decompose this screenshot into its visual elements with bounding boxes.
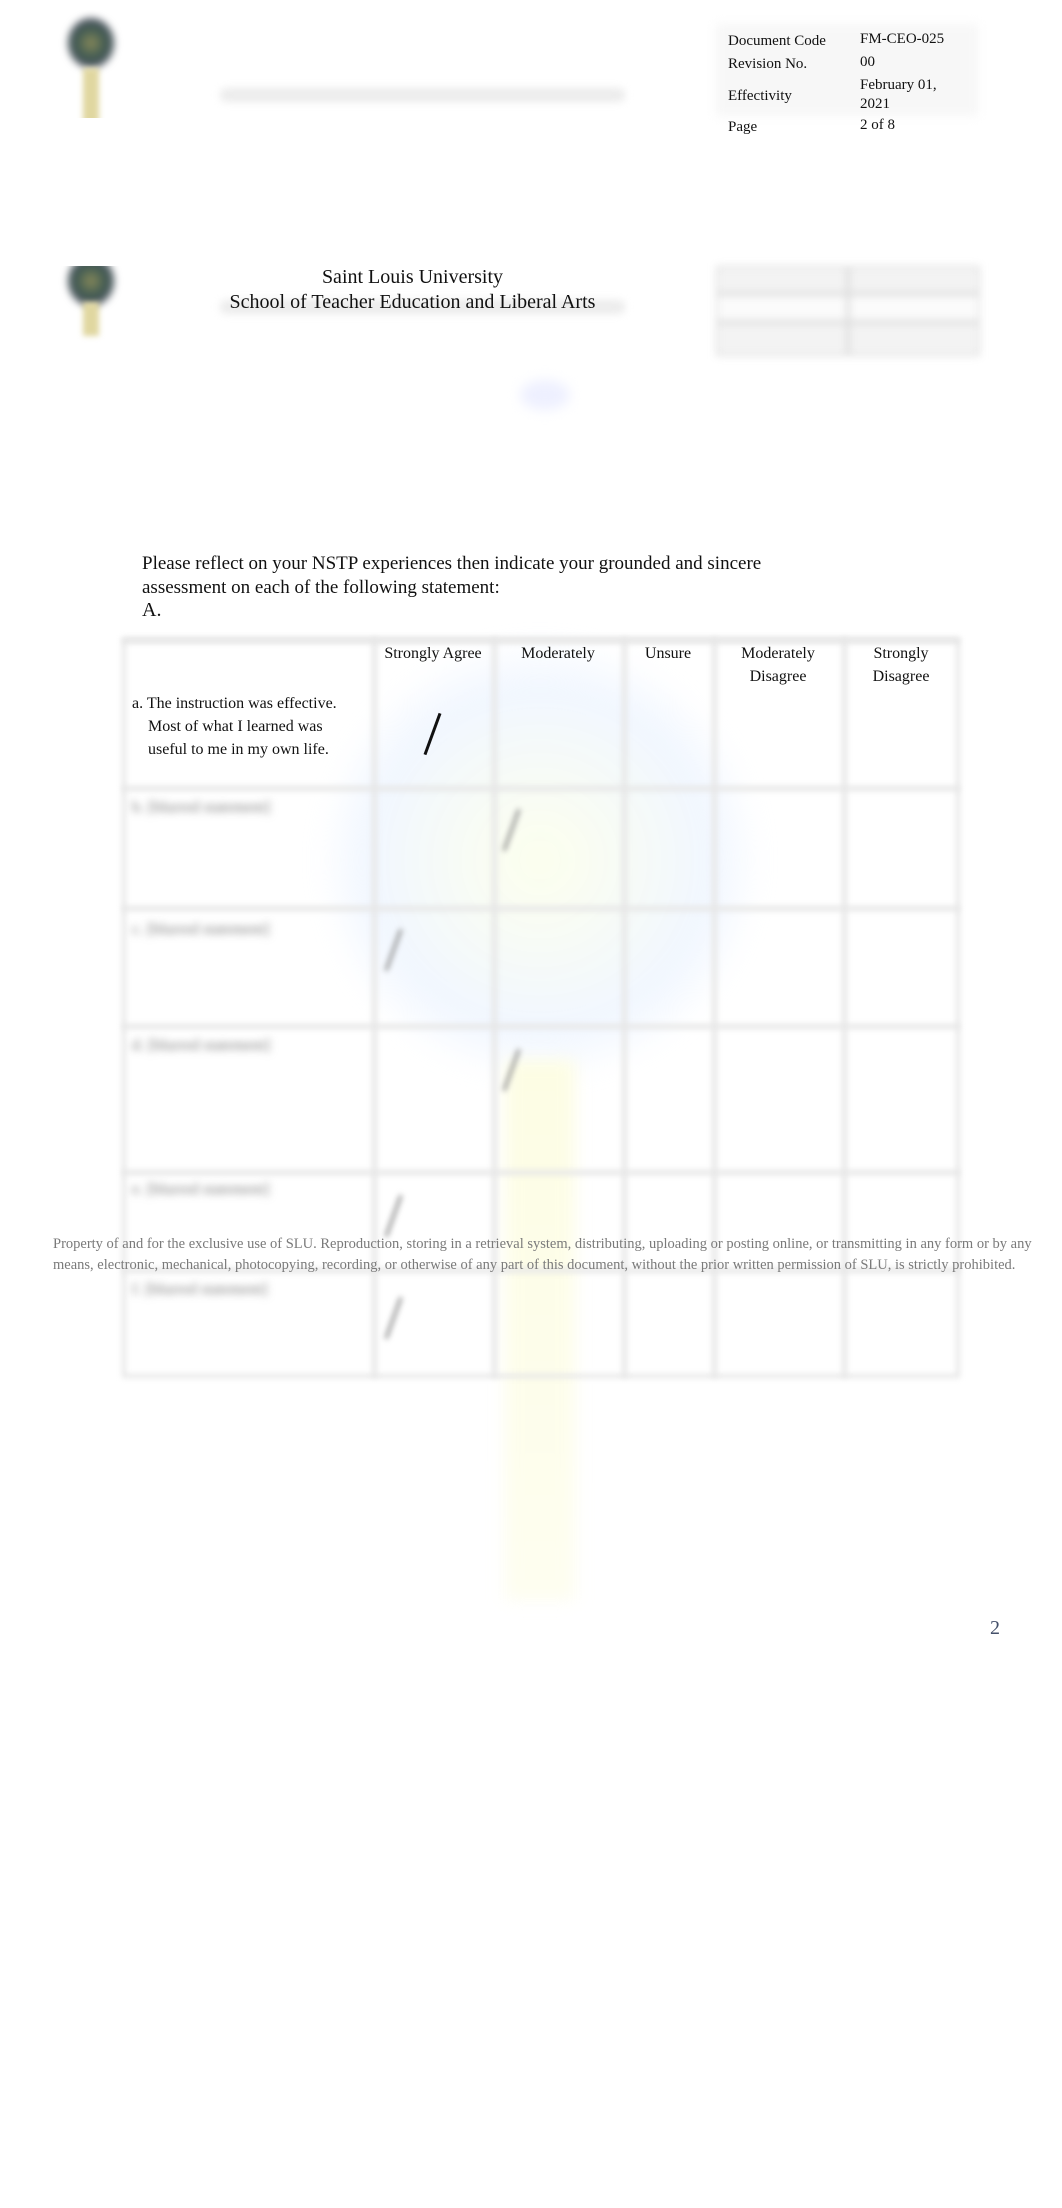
column-header-unsure: Unsure xyxy=(644,645,692,662)
slu-logo xyxy=(50,10,130,118)
instructions-line1: Please reflect on your NSTP experiences … xyxy=(142,553,762,574)
slu-logo-2 xyxy=(50,266,130,346)
column-header-moderately: Moderately xyxy=(521,645,595,662)
column-header-moderately-disagree: Moderately Disagree xyxy=(741,645,815,685)
page-label: Page xyxy=(728,119,758,135)
revision-label: Revision No. xyxy=(728,56,808,72)
copyright-line1: Property of and for the exclusive use of… xyxy=(53,1236,1032,1252)
blurred-title-bar xyxy=(220,88,625,102)
table-row-statement: d. [blurred statement] xyxy=(132,1037,271,1054)
copyright-line2: means, electronic, mechanical, photocopy… xyxy=(53,1257,1016,1273)
section-label: A. xyxy=(142,599,162,621)
school-name: School of Teacher Education and Liberal … xyxy=(229,291,596,313)
table-row-statement: a. The instruction was effective. Most o… xyxy=(132,695,337,758)
copyright-notice: Property of and for the exclusive use of… xyxy=(53,1234,1062,1276)
table-row-statement: b. [blurred statement] xyxy=(132,799,271,816)
effectivity-label: Effectivity xyxy=(728,88,792,104)
table-row-statement: e. [blurred statement] xyxy=(132,1181,270,1198)
revision-value: 00 xyxy=(860,54,875,70)
doc-info-table-blurred xyxy=(716,266,980,358)
table-row-statement: c. [blurred statement] xyxy=(132,921,270,938)
column-header-strongly-disagree: Strongly Disagree xyxy=(872,645,930,685)
doc-code-label: Document Code xyxy=(728,33,826,49)
university-name: Saint Louis University xyxy=(321,266,504,288)
watermark-fragment xyxy=(520,380,570,410)
effectivity-value: February 01, 2021 xyxy=(860,77,937,112)
instructions-line2: assessment on each of the following stat… xyxy=(142,577,500,598)
page-number: 2 xyxy=(990,1617,1000,1639)
doc-code-value: FM-CEO-025 xyxy=(860,31,945,47)
page-value: 2 of 8 xyxy=(860,117,895,133)
table-row-statement: f. [blurred statement] xyxy=(132,1281,268,1298)
column-header-strongly-agree: Strongly Agree xyxy=(384,645,482,662)
